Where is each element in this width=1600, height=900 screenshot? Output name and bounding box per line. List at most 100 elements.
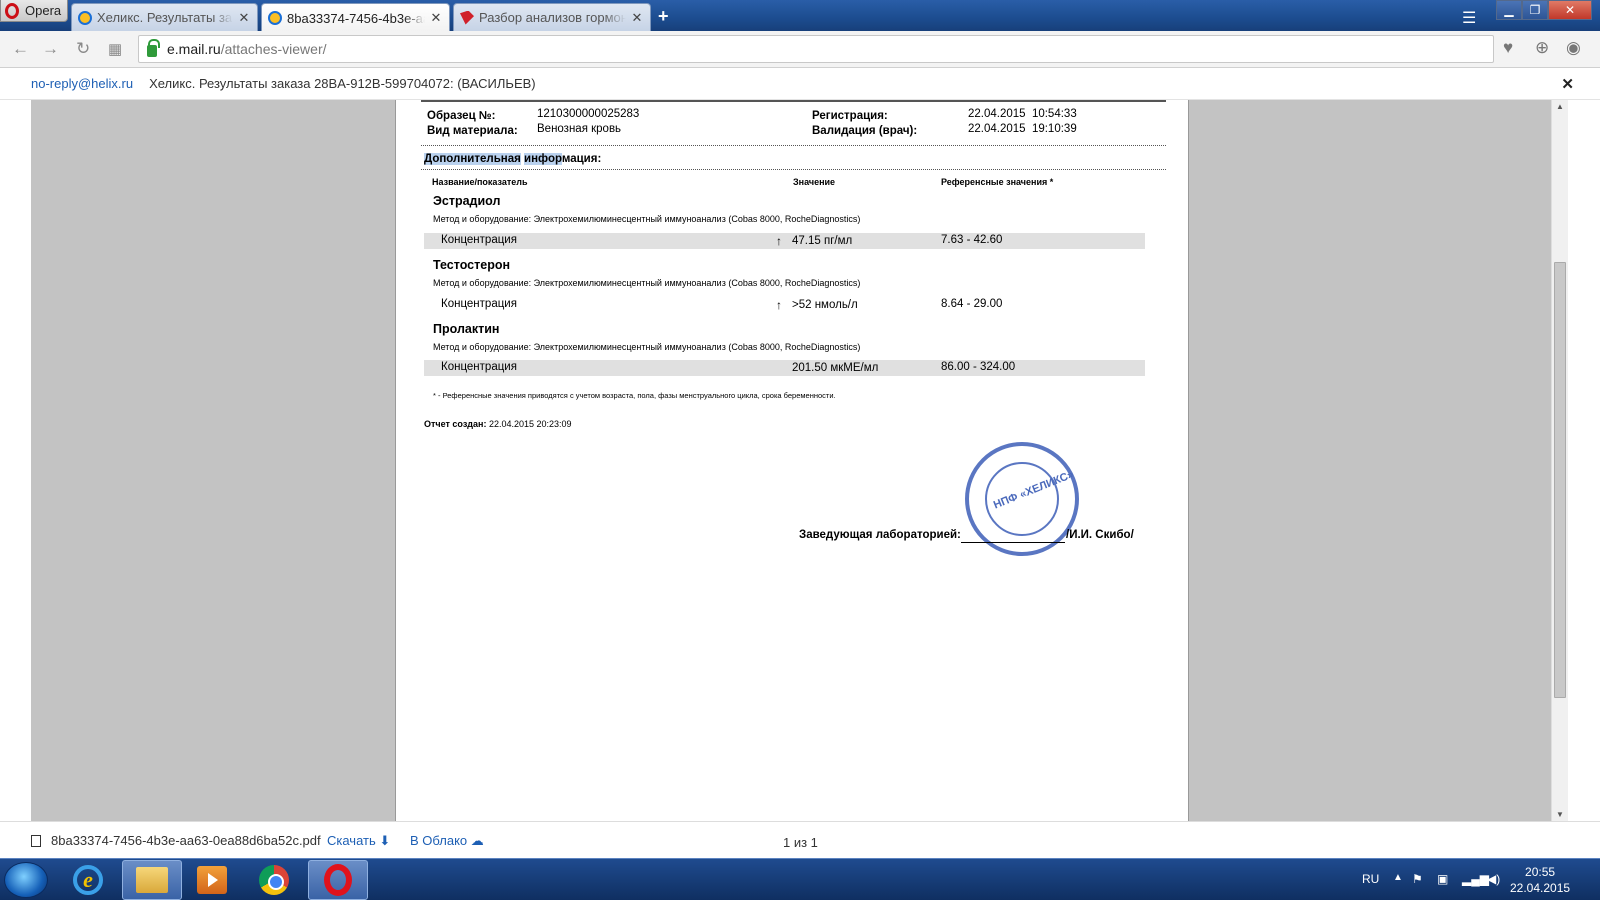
analyte-method: Метод и оборудование: Электрохемилюминес… bbox=[433, 214, 861, 224]
minimize-icon[interactable]: ▁ bbox=[1496, 0, 1522, 20]
account-icon[interactable]: ◉ bbox=[1566, 38, 1581, 58]
address-path: /attaches-viewer/ bbox=[220, 41, 327, 57]
sender-link[interactable]: no-reply@helix.ru bbox=[31, 76, 133, 91]
reload-icon[interactable]: ↻ bbox=[76, 39, 90, 59]
address-domain: e.mail.ru bbox=[167, 41, 221, 57]
speed-dial-grid-icon[interactable]: ▦ bbox=[108, 40, 122, 58]
download-manager-icon[interactable]: ⊕ bbox=[1535, 38, 1549, 58]
media-player-icon[interactable] bbox=[182, 860, 242, 900]
tab-title: Хеликс. Результаты заказа bbox=[97, 10, 233, 25]
browser-window: Opera Хеликс. Результаты заказа ✕ 8ba333… bbox=[0, 0, 1600, 900]
analyte-method: Метод и оборудование: Электрохемилюминес… bbox=[433, 278, 861, 288]
viewer-close-icon[interactable]: ✕ bbox=[1561, 75, 1574, 93]
result-value: 47.15 пг/мл bbox=[792, 235, 853, 247]
explorer-folder-icon[interactable] bbox=[122, 860, 182, 900]
clock-date: 22.04.2015 bbox=[1510, 881, 1571, 895]
up-arrow-icon: ↑ bbox=[776, 298, 782, 312]
volume-icon[interactable]: ◀) bbox=[1487, 872, 1500, 886]
tab-close-icon[interactable]: ✕ bbox=[630, 10, 644, 26]
result-row: Концентрация 201.50 мкМЕ/мл 86.00 - 324.… bbox=[424, 360, 1145, 376]
result-value: >52 нмоль/л bbox=[792, 299, 858, 311]
lab-head-label: Заведующая лабораторией: bbox=[799, 529, 961, 541]
maximize-icon[interactable]: ❐ bbox=[1522, 0, 1548, 20]
sample-value: 1210300000025283 bbox=[537, 108, 640, 120]
material-label: Вид материала: bbox=[427, 125, 518, 137]
result-param: Концентрация bbox=[441, 298, 517, 310]
download-link[interactable]: Скачать ⬇ bbox=[327, 833, 390, 849]
browser-toolbar: ← → ↻ ▦ e.mail.ru /attaches-viewer/ ♥ ⊕ … bbox=[0, 31, 1600, 68]
dotted-divider bbox=[421, 145, 1166, 146]
result-row: Концентрация ↑ >52 нмоль/л 8.64 - 29.00 bbox=[424, 297, 1145, 313]
download-arrow-icon: ⬇ bbox=[379, 833, 391, 848]
report-created: Отчет создан: 22.04.2015 20:23:09 bbox=[424, 419, 572, 429]
opera-menu-button[interactable]: Opera bbox=[0, 0, 68, 22]
tab-close-icon[interactable]: ✕ bbox=[429, 10, 443, 26]
result-reference: 7.63 - 42.60 bbox=[941, 234, 1003, 246]
tab-hormone-analysis[interactable]: Разбор анализов гормонов ✕ bbox=[453, 3, 651, 31]
show-hidden-icons-icon[interactable]: ▲ bbox=[1393, 872, 1403, 883]
scroll-thumb[interactable] bbox=[1554, 262, 1566, 698]
tab-title: 8ba33374-7456-4b3e-aa63 bbox=[287, 10, 425, 26]
scroll-up-arrow-icon[interactable]: ▲ bbox=[1556, 102, 1564, 111]
column-header-name: Название/показатель bbox=[432, 177, 528, 187]
new-tab-plus-icon[interactable]: + bbox=[658, 6, 669, 27]
sample-label: Образец №: bbox=[427, 110, 496, 122]
file-icon bbox=[31, 834, 41, 847]
lab-head-name: /И.И. Скибо/ bbox=[1066, 529, 1134, 541]
tab-close-icon[interactable]: ✕ bbox=[237, 10, 251, 26]
viewer-bottom-bar: 8ba33374-7456-4b3e-aa63-0ea88d6ba52c.pdf… bbox=[0, 821, 1600, 858]
dotted-divider bbox=[421, 169, 1166, 170]
tab-helix-results[interactable]: Хеликс. Результаты заказа ✕ bbox=[71, 3, 258, 31]
window-close-icon[interactable]: ✕ bbox=[1548, 0, 1592, 20]
column-header-reference: Референсные значения * bbox=[941, 177, 1054, 187]
result-param: Концентрация bbox=[441, 234, 517, 246]
column-header-value: Значение bbox=[793, 177, 836, 187]
internet-explorer-icon[interactable]: e bbox=[58, 860, 118, 900]
analyte-name: Пролактин bbox=[433, 322, 500, 336]
result-reference: 86.00 - 324.00 bbox=[941, 361, 1016, 373]
attachment-filename: 8ba33374-7456-4b3e-aa63-0ea88d6ba52c.pdf bbox=[51, 833, 321, 848]
device-icon[interactable]: ▣ bbox=[1437, 872, 1448, 886]
chrome-icon[interactable] bbox=[244, 860, 304, 900]
mail-favicon-icon bbox=[268, 11, 282, 25]
result-value: 201.50 мкМЕ/мл bbox=[792, 362, 879, 374]
validation-label: Валидация (врач): bbox=[812, 125, 918, 137]
result-reference: 8.64 - 29.00 bbox=[941, 298, 1003, 310]
mail-subject: Хеликс. Результаты заказа 28BA-912B-5997… bbox=[149, 76, 536, 91]
opera-logo-icon bbox=[5, 2, 19, 19]
vertical-scrollbar[interactable]: ▲ ▼ bbox=[1551, 100, 1568, 821]
laboratory-stamp: НПФ «ХЕЛИКС» bbox=[965, 442, 1079, 556]
mail-favicon-icon bbox=[78, 10, 92, 25]
tab-attachment-viewer[interactable]: 8ba33374-7456-4b3e-aa63 ✕ bbox=[261, 3, 450, 32]
extra-info-heading: Дополнительная информация: bbox=[424, 153, 602, 165]
back-arrow-icon[interactable]: ← bbox=[12, 39, 29, 59]
save-to-cloud-link[interactable]: В Облако ☁ bbox=[410, 833, 484, 849]
result-row: Концентрация ↑ 47.15 пг/мл 7.63 - 42.60 bbox=[424, 233, 1145, 249]
registration-label: Регистрация: bbox=[812, 110, 888, 122]
system-clock[interactable]: 20:55 22.04.2015 bbox=[1510, 864, 1570, 896]
clock-time: 20:55 bbox=[1525, 865, 1556, 879]
tab-menu-icon[interactable]: ☰ bbox=[1462, 8, 1476, 28]
scroll-down-arrow-icon[interactable]: ▼ bbox=[1556, 810, 1564, 819]
analyte-name: Тестостерон bbox=[433, 258, 511, 272]
material-value: Венозная кровь bbox=[537, 123, 622, 135]
registration-value: 22.04.2015 10:54:33 bbox=[968, 108, 1077, 120]
heart-bookmark-icon[interactable]: ♥ bbox=[1503, 38, 1513, 58]
window-controls: ▁ ❐ ✕ bbox=[1496, 0, 1592, 20]
attachment-file: 8ba33374-7456-4b3e-aa63-0ea88d6ba52c.pdf bbox=[31, 833, 321, 848]
network-signal-icon[interactable]: ▂▄▆ bbox=[1462, 872, 1489, 886]
action-center-flag-icon[interactable]: ⚑ bbox=[1412, 872, 1423, 886]
forward-arrow-icon[interactable]: → bbox=[42, 39, 59, 59]
tab-strip: Opera Хеликс. Результаты заказа ✕ 8ba333… bbox=[0, 0, 1600, 32]
page-counter: 1 из 1 bbox=[783, 835, 818, 850]
analyte-method: Метод и оборудование: Электрохемилюминес… bbox=[433, 342, 861, 352]
analyte-name: Эстрадиол bbox=[433, 194, 501, 208]
opera-menu-label: Opera bbox=[25, 3, 62, 18]
language-indicator[interactable]: RU bbox=[1362, 872, 1379, 886]
windows-taskbar: e RU ▲ ⚑ ▣ ▂▄▆ ◀) 20:55 22.04.2015 bbox=[0, 858, 1600, 900]
signature-line bbox=[961, 542, 1065, 543]
address-bar[interactable]: e.mail.ru /attaches-viewer/ bbox=[138, 35, 1494, 63]
opera-taskbar-icon[interactable] bbox=[308, 860, 368, 900]
start-button[interactable] bbox=[4, 862, 48, 898]
mail-attachment-header: no-reply@helix.ru Хеликс. Результаты зак… bbox=[0, 68, 1600, 100]
